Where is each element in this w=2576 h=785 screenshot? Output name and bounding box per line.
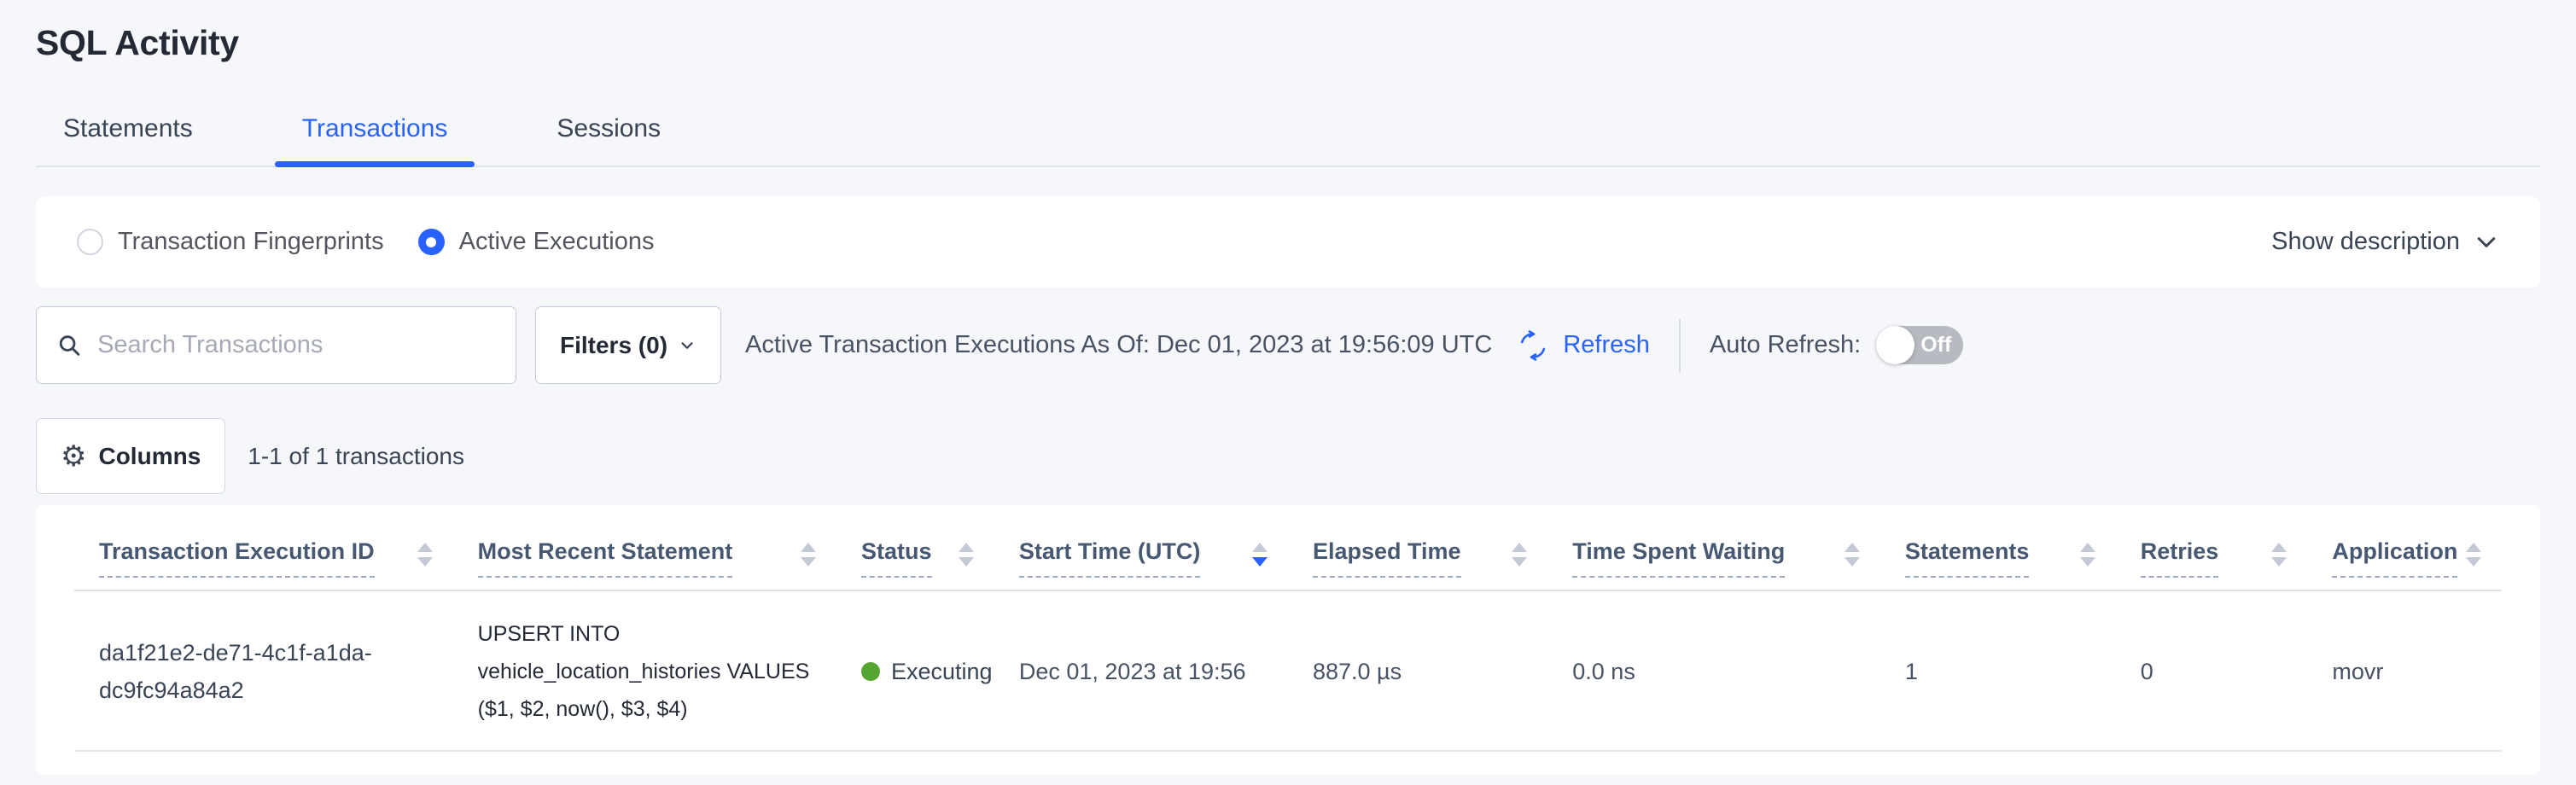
sort-icon[interactable] bbox=[417, 543, 433, 567]
gear-icon: ⚙ bbox=[61, 442, 86, 471]
column-header-status[interactable]: Status bbox=[836, 505, 994, 590]
radio-label: Active Executions bbox=[459, 228, 655, 256]
view-selector-card: Transaction Fingerprints Active Executio… bbox=[36, 196, 2540, 288]
cell-start-time: Dec 01, 2023 at 19:56 bbox=[994, 590, 1288, 751]
toggle-knob bbox=[1876, 326, 1915, 364]
refresh-icon bbox=[1514, 327, 1552, 364]
toolbar-divider bbox=[1679, 319, 1681, 372]
show-description-toggle[interactable]: Show description bbox=[2271, 228, 2499, 256]
cell-application: movr bbox=[2307, 590, 2502, 751]
refresh-label: Refresh bbox=[1563, 331, 1650, 359]
cell-statements: 1 bbox=[1880, 590, 2116, 751]
refresh-button[interactable]: Refresh bbox=[1514, 327, 1650, 364]
table-row: da1f21e2-de71-4c1f-a1da-dc9fc94a84a2 UPS… bbox=[74, 590, 2502, 751]
filters-label: Filters (0) bbox=[560, 332, 667, 359]
auto-refresh-toggle[interactable]: Off bbox=[1876, 326, 1963, 364]
tab-bar: Statements Transactions Sessions bbox=[36, 97, 2540, 167]
cell-retries: 0 bbox=[2116, 590, 2308, 751]
column-header-transaction-execution-id[interactable]: Transaction Execution ID bbox=[74, 505, 453, 590]
column-header-statements[interactable]: Statements bbox=[1880, 505, 2116, 590]
search-box[interactable] bbox=[36, 306, 516, 384]
sort-icon[interactable] bbox=[959, 543, 974, 567]
columns-button-label: Columns bbox=[98, 443, 201, 470]
tab-statements[interactable]: Statements bbox=[36, 97, 220, 166]
sort-icon[interactable] bbox=[2466, 543, 2481, 567]
toggle-state-label: Off bbox=[1920, 326, 1951, 364]
column-header-application[interactable]: Application bbox=[2307, 505, 2502, 590]
chevron-down-icon bbox=[2474, 230, 2499, 255]
show-description-label: Show description bbox=[2271, 228, 2460, 256]
columns-button[interactable]: ⚙ Columns bbox=[36, 418, 225, 494]
search-input[interactable] bbox=[97, 331, 495, 359]
radio-transaction-fingerprints[interactable]: Transaction Fingerprints bbox=[77, 228, 384, 256]
cell-elapsed-time: 887.0 µs bbox=[1288, 590, 1547, 751]
radio-icon bbox=[418, 229, 445, 255]
column-header-retries[interactable]: Retries bbox=[2116, 505, 2308, 590]
cell-most-recent-statement: UPSERT INTO vehicle_location_histories V… bbox=[453, 590, 836, 751]
radio-active-executions[interactable]: Active Executions bbox=[418, 228, 655, 256]
result-count: 1-1 of 1 transactions bbox=[248, 443, 464, 470]
auto-refresh-label: Auto Refresh: bbox=[1710, 331, 1861, 359]
chevron-down-icon bbox=[678, 336, 696, 355]
cell-transaction-execution-id: da1f21e2-de71-4c1f-a1da-dc9fc94a84a2 bbox=[74, 590, 453, 751]
filters-button[interactable]: Filters (0) bbox=[535, 306, 721, 384]
tab-sessions[interactable]: Sessions bbox=[529, 97, 688, 166]
sort-icon[interactable] bbox=[2271, 543, 2287, 567]
transactions-table-card: Transaction Execution ID Most Recent Sta… bbox=[36, 505, 2540, 775]
column-header-time-spent-waiting[interactable]: Time Spent Waiting bbox=[1547, 505, 1880, 590]
radio-label: Transaction Fingerprints bbox=[118, 228, 384, 256]
sort-icon[interactable] bbox=[1845, 543, 1860, 567]
transactions-table: Transaction Execution ID Most Recent Sta… bbox=[74, 505, 2502, 752]
column-header-start-time[interactable]: Start Time (UTC) bbox=[994, 505, 1288, 590]
sort-icon[interactable] bbox=[1252, 543, 1268, 567]
sort-icon[interactable] bbox=[1512, 543, 1527, 567]
radio-icon bbox=[77, 229, 103, 255]
cell-status: Executing bbox=[836, 590, 994, 751]
status-label: Executing bbox=[891, 653, 993, 690]
table-header-row: Transaction Execution ID Most Recent Sta… bbox=[74, 505, 2502, 590]
as-of-timestamp: Active Transaction Executions As Of: Dec… bbox=[745, 331, 1492, 359]
cell-time-spent-waiting: 0.0 ns bbox=[1547, 590, 1880, 751]
search-icon bbox=[57, 332, 82, 359]
column-header-most-recent-statement[interactable]: Most Recent Statement bbox=[453, 505, 836, 590]
results-bar: ⚙ Columns 1-1 of 1 transactions bbox=[36, 418, 2540, 494]
sort-icon[interactable] bbox=[2080, 543, 2095, 567]
column-header-elapsed-time[interactable]: Elapsed Time bbox=[1288, 505, 1547, 590]
transactions-toolbar: Filters (0) Active Transaction Execution… bbox=[36, 306, 2540, 384]
status-dot bbox=[861, 662, 880, 681]
sort-icon[interactable] bbox=[801, 543, 816, 567]
sql-activity-page: SQL Activity Statements Transactions Ses… bbox=[0, 0, 2576, 775]
tab-transactions[interactable]: Transactions bbox=[275, 97, 475, 166]
page-title: SQL Activity bbox=[36, 0, 2540, 63]
